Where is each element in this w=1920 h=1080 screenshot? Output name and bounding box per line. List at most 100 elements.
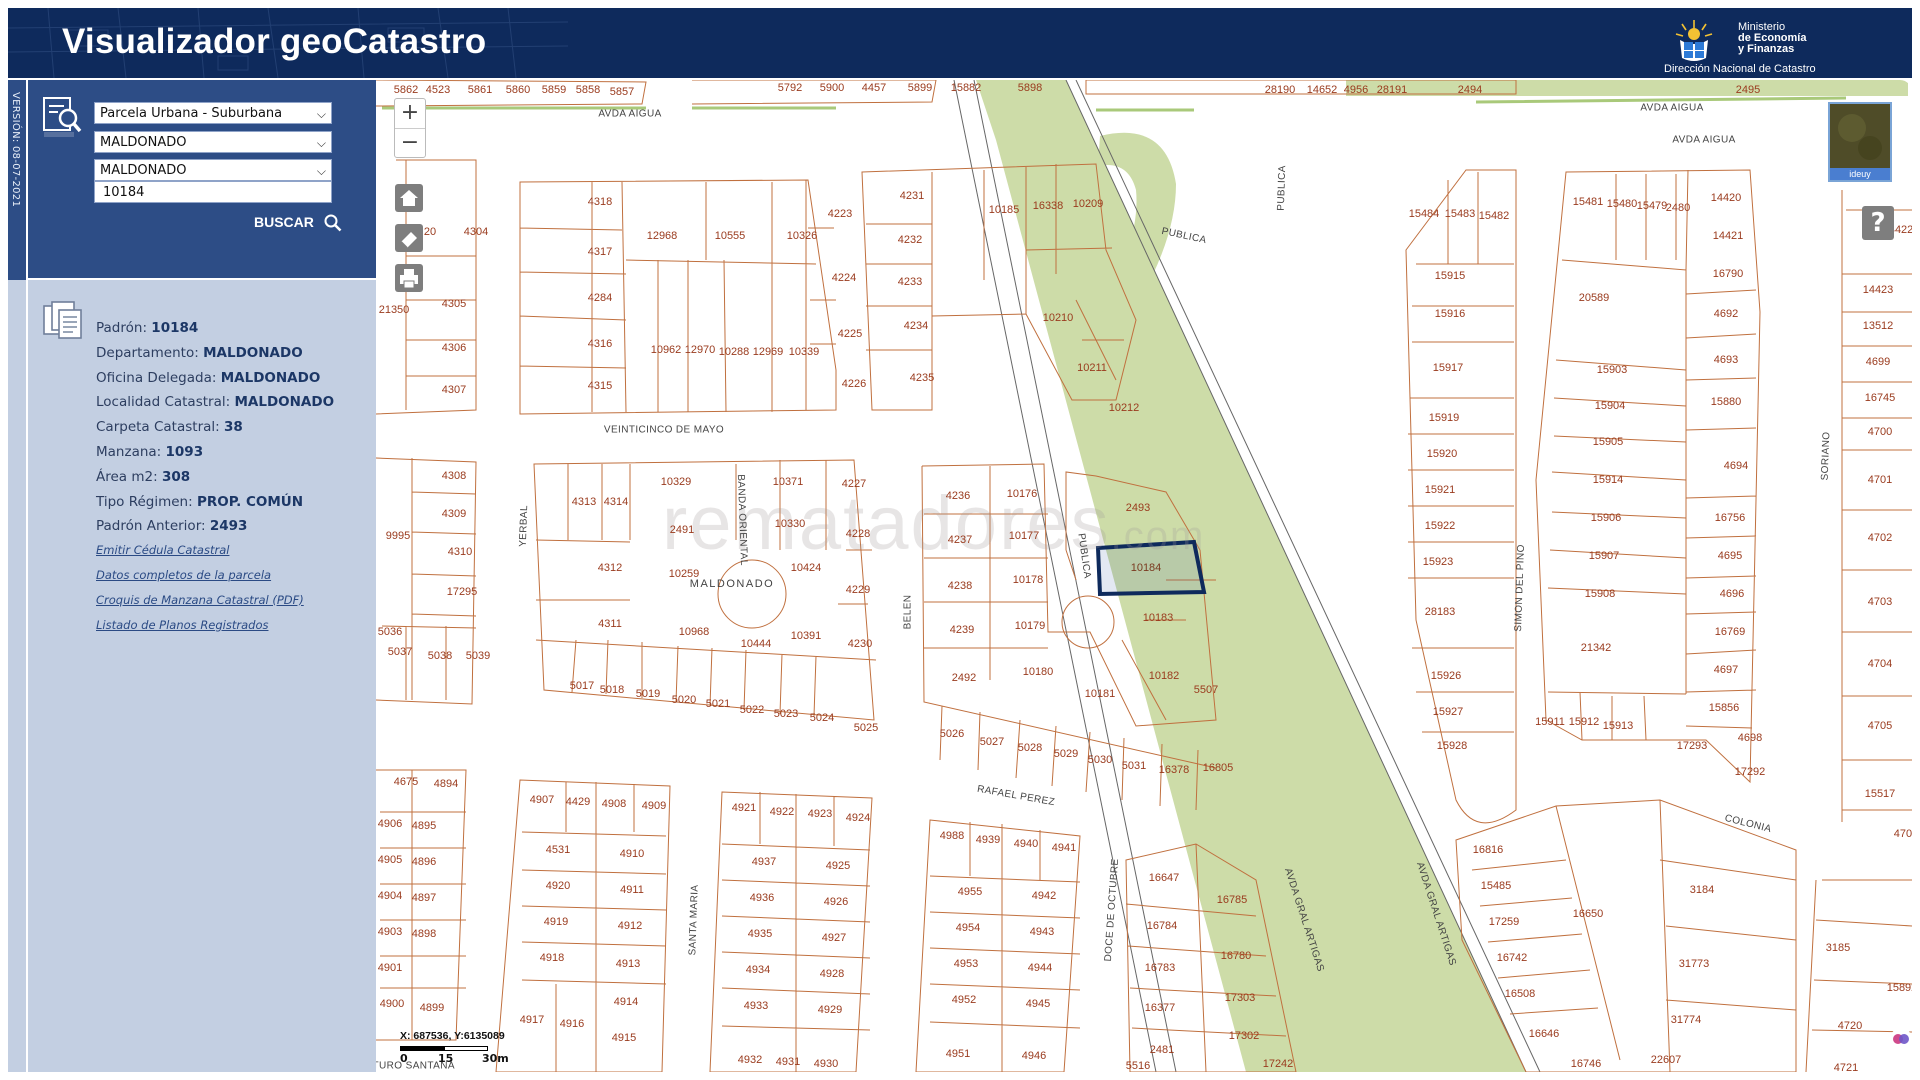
lot-number: 5792 bbox=[777, 82, 803, 94]
lot-number: 20589 bbox=[1578, 292, 1610, 304]
lot-number: 4900 bbox=[379, 998, 405, 1010]
lot-number: 4923 bbox=[807, 808, 833, 820]
croquis-manzana-link[interactable]: Croquis de Manzana Catastral (PDF) bbox=[96, 593, 334, 618]
lot-number: 10183 bbox=[1142, 612, 1174, 624]
lot-number: 4895 bbox=[411, 820, 437, 832]
zoom-out-button[interactable]: − bbox=[395, 128, 425, 158]
lot-number: 14420 bbox=[1710, 192, 1742, 204]
lot-number: 4940 bbox=[1013, 838, 1039, 850]
chevron-down-icon: ⌵ bbox=[316, 136, 326, 150]
lot-number: 4233 bbox=[897, 276, 923, 288]
corner-logo-icon bbox=[1890, 1028, 1912, 1050]
lot-number: 4928 bbox=[819, 968, 845, 980]
version-strip: VERSIÓN: 08-07-2021 bbox=[8, 80, 26, 1072]
lot-number: 4920 bbox=[545, 880, 571, 892]
street-aigua-right-2: AVDA AIGUA bbox=[1672, 134, 1736, 146]
lot-number: 4531 bbox=[545, 844, 571, 856]
lot-number: 15911 bbox=[1535, 716, 1565, 728]
lot-number: 4917 bbox=[519, 1014, 545, 1026]
eraser-button[interactable] bbox=[395, 224, 423, 252]
lot-number: 4312 bbox=[597, 562, 623, 574]
lot-number: 4903 bbox=[377, 926, 403, 938]
lot-number: 4955 bbox=[957, 886, 983, 898]
lot-number: 5017 bbox=[569, 680, 595, 692]
lot-number: 5020 bbox=[671, 694, 697, 706]
lot-number: 16745 bbox=[1864, 392, 1896, 404]
lot-number: 5857 bbox=[609, 86, 635, 98]
emitir-cedula-link[interactable]: Emitir Cédula Catastral bbox=[96, 543, 334, 568]
padron-input[interactable]: 10184 bbox=[94, 181, 332, 203]
lot-number: 17292 bbox=[1734, 766, 1766, 778]
parcel-type-select[interactable]: Parcela Urbana - Suburbana ⌵ bbox=[94, 102, 332, 124]
lot-number: 15913 bbox=[1602, 720, 1634, 732]
lot-number: 5037 bbox=[387, 646, 413, 658]
home-icon bbox=[400, 190, 418, 206]
satellite-thumbnail-icon bbox=[1830, 104, 1890, 168]
lot-number: 10210 bbox=[1042, 312, 1074, 324]
cadastral-map[interactable]: rematadores.com 10184 5862 4523 5861 5860 58… bbox=[376, 80, 1912, 1072]
search-panel: Parcela Urbana - Suburbana ⌵ MALDONADO ⌵ M… bbox=[28, 80, 376, 278]
lot-number: 4310 bbox=[447, 546, 473, 558]
zoom-in-button[interactable]: + bbox=[395, 99, 425, 128]
lot-number: 4692 bbox=[1713, 308, 1739, 320]
lot-number: 4911 bbox=[620, 884, 644, 896]
lot-number: 4924 bbox=[845, 812, 871, 824]
lot-number: 4946 bbox=[1021, 1050, 1047, 1062]
lot-number: 15482 bbox=[1478, 210, 1510, 222]
lot-number: 4904 bbox=[377, 890, 403, 902]
lot-number: 4523 bbox=[425, 84, 451, 96]
print-button[interactable] bbox=[395, 264, 423, 292]
lot-number: 4922 bbox=[769, 806, 795, 818]
lot-number: 4227 bbox=[841, 478, 867, 490]
basemap-switcher[interactable]: ideuy bbox=[1828, 102, 1892, 182]
lot-number: 5859 bbox=[541, 84, 567, 96]
lot-number: 28190 bbox=[1264, 84, 1296, 96]
lot-number: 4230 bbox=[847, 638, 873, 650]
lot-number: 4226 bbox=[841, 378, 867, 390]
lot-number: 16646 bbox=[1528, 1028, 1560, 1040]
lot-number: 5030 bbox=[1087, 754, 1113, 766]
department-select[interactable]: MALDONADO ⌵ bbox=[94, 131, 332, 153]
lot-number: 4238 bbox=[947, 580, 973, 592]
lot-number: 5899 bbox=[907, 82, 933, 94]
lot-number: 15904 bbox=[1594, 400, 1626, 412]
help-button[interactable]: ? bbox=[1862, 206, 1894, 240]
lot-number: 5900 bbox=[819, 82, 845, 94]
lot-number: 4699 bbox=[1865, 356, 1891, 368]
lot-number: 5038 bbox=[427, 650, 453, 662]
lot-number: 28183 bbox=[1424, 606, 1456, 618]
lot-number: 22607 bbox=[1650, 1054, 1682, 1066]
lot-number: 4936 bbox=[749, 892, 775, 904]
lot-number: 16816 bbox=[1472, 844, 1504, 856]
lot-number: 14423 bbox=[1862, 284, 1894, 296]
lot-number: 10329 bbox=[660, 476, 692, 488]
home-button[interactable] bbox=[395, 184, 423, 212]
lot-number: 16338 bbox=[1032, 200, 1064, 212]
lot-number: 15480 bbox=[1606, 198, 1638, 210]
lot-number: 10424 bbox=[790, 562, 822, 574]
datos-completos-link[interactable]: Datos completos de la parcela bbox=[96, 568, 334, 593]
lot-number: 15485 bbox=[1480, 880, 1512, 892]
lot-number: 4952 bbox=[951, 994, 977, 1006]
lot-number: 10177 bbox=[1008, 530, 1040, 542]
app-frame: Visualizador geoCatastro Ministerio de E… bbox=[8, 8, 1912, 1072]
lot-number: 10179 bbox=[1014, 620, 1046, 632]
lot-number: 4988 bbox=[939, 830, 965, 842]
locality-select[interactable]: MALDONADO ⌵ bbox=[94, 159, 332, 181]
lot-number: 16647 bbox=[1148, 872, 1180, 884]
lot-number: 5021 bbox=[705, 698, 731, 710]
lot-number: 15856 bbox=[1708, 702, 1740, 714]
listado-planos-link[interactable]: Listado de Planos Registrados bbox=[96, 618, 334, 643]
ministry-logo: Ministerio de Economía y Finanzas Direcc… bbox=[1664, 12, 1864, 76]
carpeta-row: Carpeta Catastral: 38 bbox=[96, 419, 243, 436]
lot-number: 10391 bbox=[790, 630, 822, 642]
lot-number: 4694 bbox=[1723, 460, 1749, 472]
street-yerbal: YERBAL bbox=[517, 504, 531, 548]
search-button[interactable]: BUSCAR bbox=[254, 214, 342, 232]
lot-number: 16780 bbox=[1220, 950, 1252, 962]
lot-number: 4701 bbox=[1867, 474, 1893, 486]
lot-number: 5861 bbox=[467, 84, 493, 96]
lot-number: 31774 bbox=[1670, 1014, 1702, 1026]
lot-number: 4232 bbox=[897, 234, 923, 246]
lot-number: 15917 bbox=[1432, 362, 1464, 374]
